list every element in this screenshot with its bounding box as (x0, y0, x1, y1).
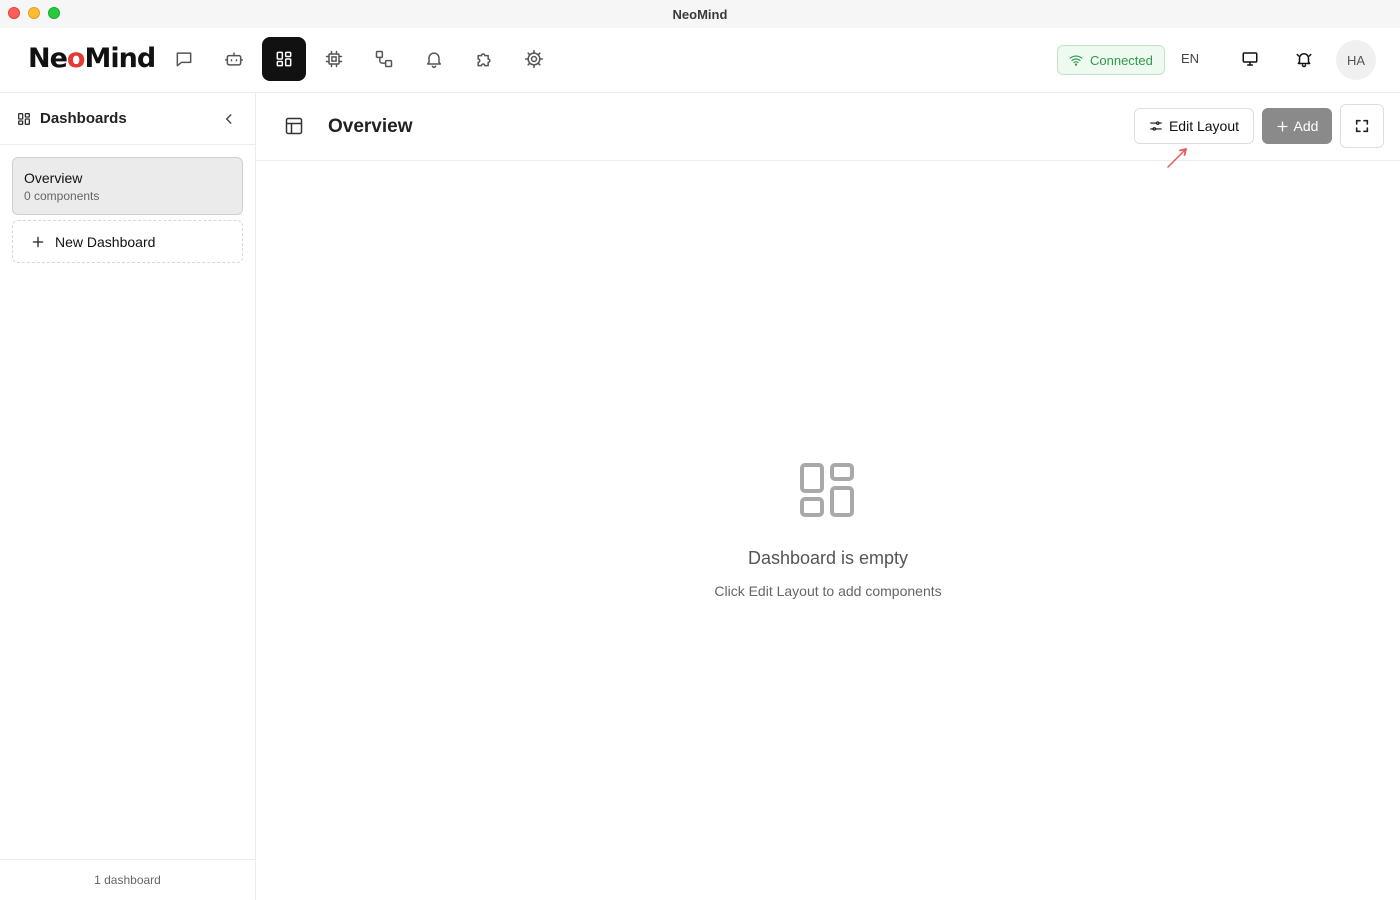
annotation-arrow-icon (1167, 148, 1187, 168)
chat-icon (176, 52, 192, 67)
settings-icon (524, 49, 544, 69)
chevron-left-icon (225, 113, 232, 124)
dashboards-sidebar: Dashboards Overview 0 components New Das… (0, 93, 256, 900)
language-switcher[interactable]: EN (1181, 51, 1199, 66)
edit-layout-button[interactable]: Edit Layout (1134, 108, 1254, 144)
edit-layout-label: Edit Layout (1168, 118, 1240, 134)
sliders-icon (1150, 121, 1162, 131)
dashboard-count: 1 dashboard (0, 859, 255, 900)
new-dashboard-button[interactable]: New Dashboard (12, 220, 243, 263)
nav-alerts-button[interactable] (412, 37, 456, 81)
connection-status-label: Connected (1090, 52, 1153, 68)
wifi-icon (1069, 55, 1083, 66)
fullscreen-button[interactable] (1340, 104, 1384, 148)
display-button[interactable] (1236, 45, 1264, 73)
nav-automation-button[interactable] (362, 37, 406, 81)
layout-icon[interactable] (284, 116, 304, 136)
empty-state-subtitle: Click Edit Layout to add components (714, 583, 942, 599)
window-titlebar: NeoMind (0, 0, 1400, 28)
user-avatar[interactable]: HA (1336, 40, 1376, 80)
main-nav (162, 37, 556, 81)
dashboard-empty-icon (800, 463, 854, 517)
nav-settings-button[interactable] (512, 37, 556, 81)
sidebar-header: Dashboards (0, 93, 255, 145)
dashboard-component-count: 0 components (24, 189, 100, 203)
close-window-button[interactable] (8, 7, 20, 19)
empty-state-title: Dashboard is empty (747, 548, 909, 568)
minimize-window-button[interactable] (28, 7, 40, 19)
nav-chat-button[interactable] (162, 37, 206, 81)
collapse-sidebar-button[interactable] (219, 109, 239, 129)
bell-icon (427, 52, 441, 69)
chip-icon (325, 50, 343, 68)
plus-icon (1277, 121, 1288, 131)
window-controls (8, 7, 60, 19)
sidebar-title: Dashboards (40, 110, 127, 127)
monitor-icon (1242, 52, 1258, 66)
dashboard-icon (276, 51, 292, 67)
plus-icon (32, 236, 44, 247)
main-content: Overview Edit Layout Add Dashboard is em… (256, 93, 1400, 900)
notifications-button[interactable] (1290, 45, 1318, 73)
app-logo[interactable]: NeoMind (28, 43, 156, 74)
workflow-icon (375, 50, 393, 68)
maximize-window-button[interactable] (48, 7, 60, 19)
add-label: Add (1293, 118, 1319, 134)
new-dashboard-label: New Dashboard (55, 233, 156, 250)
dashboard-grid-icon (17, 112, 30, 125)
nav-plugins-button[interactable] (462, 37, 506, 81)
bot-icon (224, 52, 244, 66)
nav-agents-button[interactable] (212, 37, 256, 81)
empty-state: Dashboard is empty Click Edit Layout to … (256, 463, 1400, 599)
dashboard-list-item[interactable]: Overview 0 components (12, 157, 243, 215)
add-component-button[interactable]: Add (1262, 108, 1332, 144)
fullscreen-icon (1355, 119, 1369, 133)
connection-status-badge: Connected (1057, 45, 1165, 75)
puzzle-icon (477, 53, 491, 67)
dashboard-header: Overview Edit Layout Add (256, 93, 1400, 168)
dashboard-name: Overview (24, 170, 83, 186)
nav-dashboards-button[interactable] (262, 37, 306, 81)
top-navigation: NeoMind Connected EN HA (0, 28, 1400, 93)
window-title: NeoMind (672, 6, 728, 22)
page-title: Overview (328, 116, 413, 137)
bell-ring-icon (1296, 53, 1312, 68)
nav-devices-button[interactable] (312, 37, 356, 81)
